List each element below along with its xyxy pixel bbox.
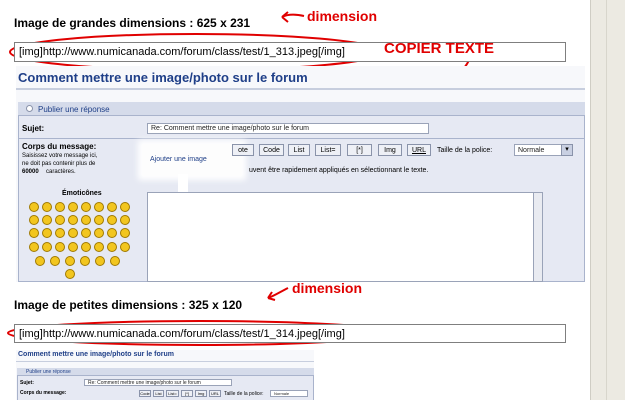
smiley-icon[interactable]: [68, 215, 78, 225]
divider: [16, 361, 314, 362]
small-url-button[interactable]: URL: [209, 390, 221, 397]
smiley-icon[interactable]: [65, 269, 75, 279]
font-size-dropdown-arrow[interactable]: ▾: [561, 144, 573, 156]
toolbar-hint: uvent être rapidement appliqués en sélec…: [249, 167, 429, 174]
smiley-icon[interactable]: [94, 228, 104, 238]
smiley-icon[interactable]: [42, 242, 52, 252]
smiley-icon[interactable]: [120, 228, 130, 238]
smiley-icon[interactable]: [107, 202, 117, 212]
body-label: Corps du message:: [22, 142, 97, 151]
smiley-icon[interactable]: [55, 228, 65, 238]
textarea-scrollbar[interactable]: [533, 192, 543, 282]
small-post-reply-label[interactable]: Publier une réponse: [26, 369, 71, 375]
dimension-arrowhead-top: [281, 11, 289, 23]
smiley-icon[interactable]: [35, 256, 45, 266]
emoticons-grid: [29, 202, 139, 280]
smiley-icon[interactable]: [107, 228, 117, 238]
large-forum-screenshot: Comment mettre une image/photo sur le fo…: [16, 66, 585, 282]
smiley-icon[interactable]: [42, 228, 52, 238]
message-textarea[interactable]: [147, 192, 534, 282]
small-dimension-note: dimension: [292, 280, 363, 296]
quote-button[interactable]: ote: [232, 144, 254, 156]
body-help-line-2: ne doit pas contenir plus de: [22, 161, 96, 167]
subject-input[interactable]: Re: Comment mettre une image/photo sur l…: [147, 123, 429, 134]
smiley-icon[interactable]: [95, 256, 105, 266]
body-help-line-3: caractères.: [46, 169, 76, 175]
smiley-icon[interactable]: [94, 202, 104, 212]
smiley-icon[interactable]: [110, 256, 120, 266]
small-forum-title: Comment mettre une image/photo sur le fo…: [18, 351, 174, 358]
smiley-icon[interactable]: [81, 215, 91, 225]
small-section-title: Image de petites dimensions : 325 x 120: [14, 298, 243, 312]
list-item-button[interactable]: [*]: [347, 144, 372, 156]
small-subject-label: Sujet:: [20, 380, 34, 386]
subject-label: Sujet:: [22, 124, 45, 133]
row-divider: [18, 138, 585, 139]
small-code-button[interactable]: Code: [139, 390, 151, 397]
smiley-icon[interactable]: [120, 202, 130, 212]
img-button[interactable]: Img: [378, 144, 402, 156]
list-button[interactable]: List: [288, 144, 310, 156]
small-forum-screenshot: Comment mettre une image/photo sur le fo…: [16, 350, 314, 400]
smiley-icon[interactable]: [29, 242, 39, 252]
post-reply-label[interactable]: Publier une réponse: [38, 105, 110, 114]
smiley-icon[interactable]: [80, 256, 90, 266]
smiley-icon[interactable]: [94, 242, 104, 252]
body-help-line-1: Saisissez votre message ici,: [22, 153, 98, 159]
small-font-size-label: Taille de la police:: [224, 391, 264, 397]
small-subject-input[interactable]: Re: Comment mettre une image/photo sur l…: [84, 379, 232, 386]
small-body-label: Corps du message:: [20, 390, 67, 396]
smiley-icon[interactable]: [94, 215, 104, 225]
smiley-icon[interactable]: [29, 228, 39, 238]
smiley-icon[interactable]: [42, 215, 52, 225]
smiley-icon[interactable]: [120, 215, 130, 225]
smiley-icon[interactable]: [50, 256, 60, 266]
font-size-select[interactable]: Normale: [514, 144, 562, 156]
emoticons-label: Émoticônes: [62, 190, 102, 197]
small-font-size-select[interactable]: Normale: [270, 390, 308, 397]
smiley-icon[interactable]: [42, 202, 52, 212]
smiley-icon[interactable]: [120, 242, 130, 252]
list-equals-button[interactable]: List=: [315, 144, 341, 156]
smiley-icon[interactable]: [107, 242, 117, 252]
smiley-icon[interactable]: [55, 242, 65, 252]
smiley-icon[interactable]: [29, 215, 39, 225]
smiley-icon[interactable]: [65, 256, 75, 266]
divider: [16, 88, 585, 90]
smiley-icon[interactable]: [81, 228, 91, 238]
smiley-icon[interactable]: [68, 202, 78, 212]
add-image-link[interactable]: Ajouter une image: [150, 156, 207, 163]
code-button[interactable]: Code: [259, 144, 284, 156]
smiley-icon[interactable]: [107, 215, 117, 225]
smiley-icon[interactable]: [81, 202, 91, 212]
reply-radio[interactable]: [26, 105, 33, 112]
smiley-icon[interactable]: [29, 202, 39, 212]
url-button[interactable]: URL: [407, 144, 431, 156]
smiley-icon[interactable]: [68, 242, 78, 252]
small-code-field[interactable]: [img]http://www.numicanada.com/forum/cla…: [14, 324, 566, 343]
smiley-icon[interactable]: [55, 202, 65, 212]
small-list-equals-button[interactable]: List=: [166, 390, 179, 397]
small-list-item-button[interactable]: [*]: [181, 390, 193, 397]
small-list-button[interactable]: List: [153, 390, 164, 397]
smiley-icon[interactable]: [55, 215, 65, 225]
body-limit: 60000: [22, 169, 39, 175]
small-img-button[interactable]: Img: [195, 390, 207, 397]
smiley-icon[interactable]: [68, 228, 78, 238]
font-size-label: Taille de la police:: [437, 147, 493, 154]
large-forum-title: Comment mettre une image/photo sur le fo…: [18, 70, 308, 85]
copy-text-note: COPIER TEXTE: [384, 40, 495, 57]
smiley-icon[interactable]: [81, 242, 91, 252]
